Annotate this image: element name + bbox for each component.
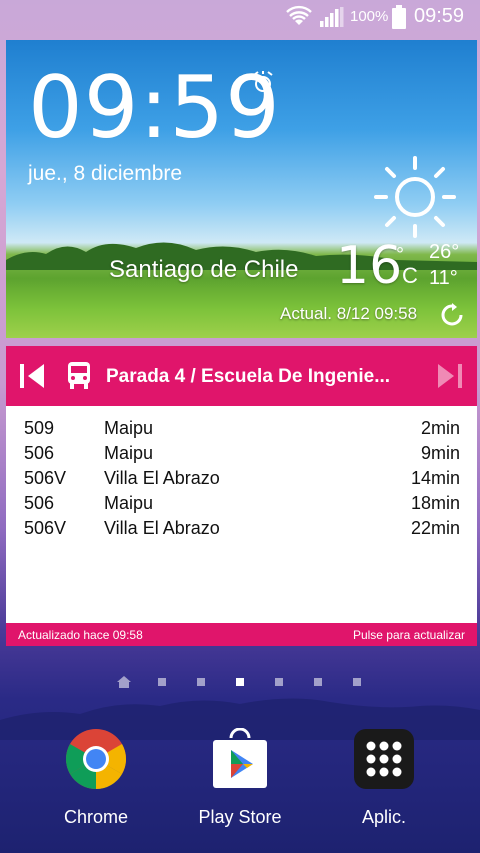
destination-name: Villa El Abrazo bbox=[104, 518, 220, 538]
route-number: 506 bbox=[24, 443, 55, 463]
route-number: 506V bbox=[24, 468, 67, 488]
arrivals-table: 509 Maipu 2min 506 Maipu 9min 506V Villa El Abr… bbox=[24, 416, 460, 541]
arrival-eta: 2min bbox=[420, 418, 460, 438]
alarm-icon bbox=[253, 71, 273, 92]
destination-name: Villa El Abrazo bbox=[104, 468, 220, 488]
chrome-label: Chrome bbox=[63, 807, 129, 827]
page-dot[interactable] bbox=[158, 678, 166, 686]
arrival-row: 506 Maipu 9min bbox=[24, 441, 460, 466]
current-temperature: 16 bbox=[336, 236, 403, 296]
home-page-indicator bbox=[0, 676, 480, 688]
battery-percent: 100% bbox=[350, 8, 389, 25]
widget-clock: 09:59 bbox=[28, 58, 281, 158]
arrival-row: 506 Maipu 18min bbox=[24, 491, 460, 516]
stop-name: Parada 4 / Escuela De Ingenie... bbox=[106, 366, 391, 387]
play-store-icon bbox=[213, 727, 267, 788]
page-dot[interactable] bbox=[197, 678, 205, 686]
battery-icon bbox=[392, 5, 406, 29]
tap-to-refresh-text[interactable]: Pulse para actualizar bbox=[353, 628, 465, 642]
page-dot[interactable] bbox=[314, 678, 322, 686]
weather-city: Santiago de Chile bbox=[109, 256, 299, 283]
bus-widget-footer[interactable]: Actualizado hace 09:58 Pulse para actual… bbox=[6, 623, 477, 646]
bus-arrivals-widget[interactable]: Parada 4 / Escuela De Ingenie... 509 Maip… bbox=[6, 346, 477, 646]
temperature-unit: C bbox=[402, 263, 418, 288]
sunny-icon bbox=[374, 156, 456, 238]
route-number: 509 bbox=[24, 418, 55, 438]
chrome-app[interactable]: Chrome bbox=[36, 728, 156, 828]
destination-name: Maipu bbox=[104, 443, 154, 463]
bus-icon bbox=[68, 362, 90, 389]
apps-grid-icon bbox=[354, 729, 414, 789]
refresh-icon[interactable] bbox=[440, 303, 464, 327]
status-bar: 100% 09:59 bbox=[0, 0, 480, 34]
previous-stop-icon[interactable] bbox=[18, 363, 46, 389]
temperature-low: 11° bbox=[429, 267, 458, 289]
chrome-icon bbox=[65, 729, 127, 790]
weather-updated: Actual. 8/12 09:58 bbox=[280, 304, 418, 323]
page-dot[interactable] bbox=[353, 678, 361, 686]
arrival-eta: 18min bbox=[410, 493, 460, 513]
route-number: 506V bbox=[24, 518, 67, 538]
temperature-high: 26° bbox=[429, 241, 460, 263]
status-clock: 09:59 bbox=[414, 5, 465, 27]
destination-name: Maipu bbox=[104, 418, 154, 438]
wifi-icon bbox=[286, 5, 312, 25]
arrival-row: 506V Villa El Abrazo 14min bbox=[24, 466, 460, 491]
play-store-app[interactable]: Play Store bbox=[180, 727, 300, 828]
arrival-row: 506V Villa El Abrazo 22min bbox=[24, 516, 460, 541]
route-number: 506 bbox=[24, 493, 55, 513]
arrival-eta: 22min bbox=[410, 518, 460, 538]
apps-label: Aplic. bbox=[361, 807, 406, 827]
play-store-label: Play Store bbox=[198, 807, 282, 827]
last-updated-text: Actualizado hace 09:58 bbox=[18, 628, 143, 642]
page-dot-active[interactable] bbox=[236, 678, 244, 686]
arrival-eta: 9min bbox=[420, 443, 460, 463]
apps-drawer[interactable]: Aplic. bbox=[324, 728, 444, 828]
arrival-row: 509 Maipu 2min bbox=[24, 416, 460, 441]
signal-icon bbox=[320, 7, 344, 27]
home-icon[interactable] bbox=[117, 676, 131, 688]
widget-date: jue., 8 diciembre bbox=[28, 162, 183, 185]
bus-widget-header: Parada 4 / Escuela De Ingenie... bbox=[6, 346, 477, 406]
arrival-eta: 14min bbox=[410, 468, 460, 488]
next-stop-icon[interactable] bbox=[436, 363, 464, 389]
destination-name: Maipu bbox=[104, 493, 154, 513]
page-dot[interactable] bbox=[275, 678, 283, 686]
weather-widget[interactable]: 09:59 jue., 8 diciembre Santiago de Chil… bbox=[6, 40, 477, 338]
